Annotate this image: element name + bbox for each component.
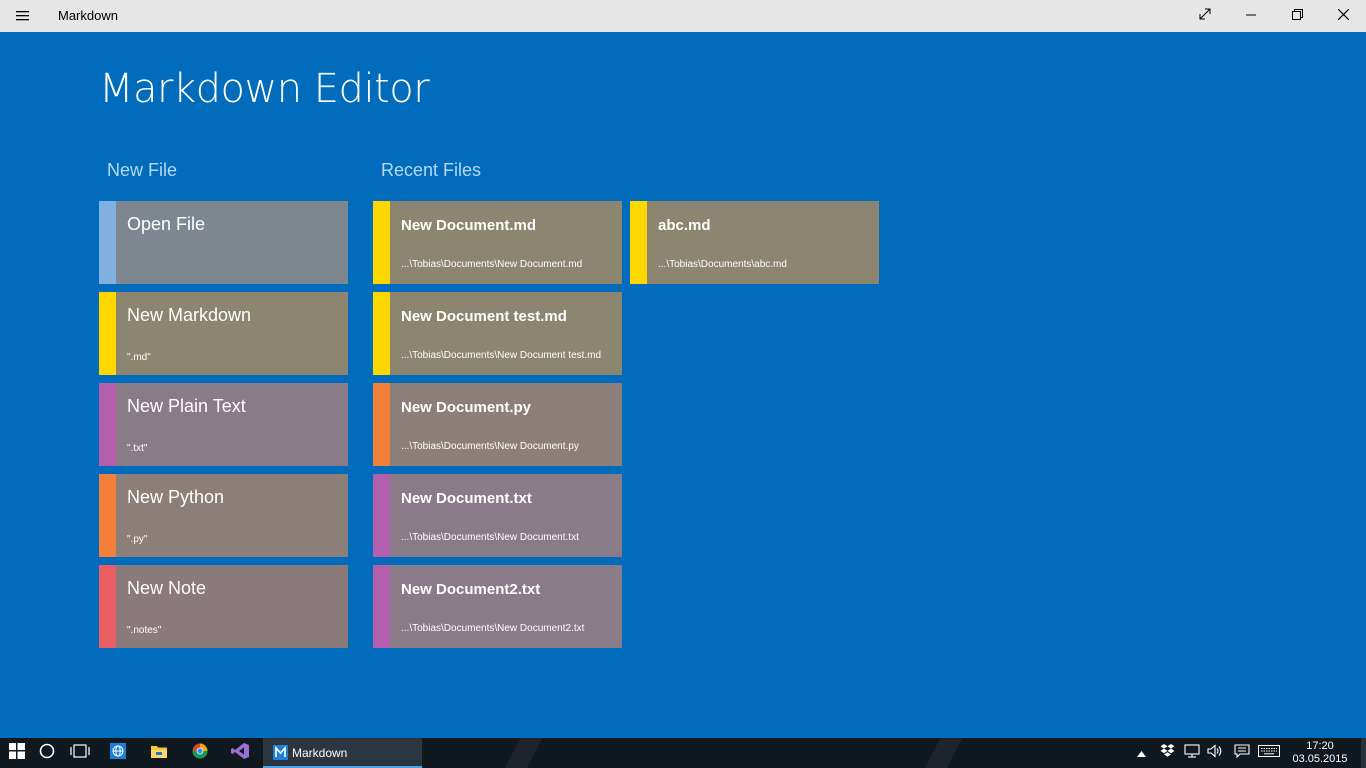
cortana-circle-icon [39, 743, 55, 764]
task-view-button[interactable] [60, 738, 100, 768]
close-button[interactable] [1320, 0, 1366, 32]
taskbar-decoration [908, 738, 974, 768]
recent-file-tile[interactable]: abc.md ...\Tobias\Documents\abc.md [630, 201, 879, 284]
tile-stripe [373, 383, 390, 466]
file-name: New Document2.txt [401, 581, 541, 598]
speaker-icon [1207, 743, 1223, 763]
file-path: ...\Tobias\Documents\New Document test.m… [401, 350, 602, 361]
show-desktop-button[interactable] [1361, 738, 1366, 768]
tile-stripe [99, 474, 116, 557]
file-path: ...\Tobias\Documents\New Document.md [401, 259, 583, 270]
show-hidden-icons-button[interactable] [1130, 738, 1152, 768]
tile-subtitle: ".txt" [127, 443, 148, 454]
tile-title: New Python [127, 487, 225, 507]
dropbox-icon [1160, 743, 1175, 763]
file-name: New Document.md [401, 217, 537, 234]
fullscreen-button[interactable] [1182, 0, 1228, 32]
tile-title: Open File [127, 214, 206, 234]
minimize-button[interactable] [1228, 0, 1274, 32]
tile-stripe [373, 201, 390, 284]
title-bar: Markdown [0, 0, 1366, 32]
volume-tray-button[interactable] [1204, 738, 1226, 768]
open-file-tile[interactable]: Open File [99, 201, 348, 284]
visual-studio-icon [231, 742, 249, 764]
taskbar-chrome[interactable] [180, 738, 220, 768]
recent-file-tile[interactable]: New Document.md ...\Tobias\Documents\New… [373, 201, 622, 284]
new-markdown-tile[interactable]: New Markdown ".md" [99, 292, 348, 375]
notification-icon [1234, 743, 1250, 763]
tile-stripe [373, 565, 390, 648]
file-name: abc.md [658, 217, 711, 234]
file-path: ...\Tobias\Documents\New Document2.txt [401, 623, 585, 634]
recent-file-tile[interactable]: New Document2.txt ...\Tobias\Documents\N… [373, 565, 622, 648]
restore-button[interactable] [1274, 0, 1320, 32]
taskbar-app-label: Markdown [292, 746, 348, 760]
chrome-icon [192, 743, 208, 764]
folder-icon [151, 744, 167, 763]
tile-stripe [373, 474, 390, 557]
taskbar-browser-app[interactable] [98, 738, 138, 768]
file-path: ...\Tobias\Documents\abc.md [658, 259, 787, 270]
close-icon [1337, 7, 1349, 25]
file-path: ...\Tobias\Documents\New Document.py [401, 441, 579, 452]
restore-icon [1291, 7, 1303, 25]
taskbar-markdown-app[interactable]: Markdown [263, 738, 422, 768]
tile-stripe [99, 292, 116, 375]
tile-stripe [99, 383, 116, 466]
tile-stripe [373, 292, 390, 375]
globe-icon [110, 742, 126, 764]
minimize-icon [1246, 7, 1256, 25]
page-title: Markdown Editor [99, 66, 430, 112]
expand-icon [1199, 7, 1211, 25]
hamburger-menu-icon[interactable] [6, 0, 40, 32]
keyboard-icon [1258, 744, 1280, 762]
taskbar-file-explorer[interactable] [139, 738, 179, 768]
file-name: New Document test.md [401, 308, 567, 325]
file-path: ...\Tobias\Documents\New Document.txt [401, 532, 579, 543]
tile-title: New Plain Text [127, 396, 246, 416]
dropbox-tray-button[interactable] [1156, 738, 1178, 768]
recent-files-heading: Recent Files [381, 160, 482, 180]
tile-stripe [99, 201, 116, 284]
file-name: New Document.txt [401, 490, 532, 507]
task-view-icon [70, 743, 90, 763]
tile-title: New Note [127, 578, 207, 598]
recent-file-tile[interactable]: New Document test.md ...\Tobias\Document… [373, 292, 622, 375]
touch-keyboard-button[interactable] [1256, 738, 1282, 768]
recent-file-tile[interactable]: New Document.txt ...\Tobias\Documents\Ne… [373, 474, 622, 557]
chevron-up-icon [1136, 744, 1146, 762]
clock-date: 03.05.2015 [1292, 753, 1348, 765]
tile-subtitle: ".md" [127, 352, 151, 363]
window-title: Markdown [58, 8, 118, 23]
new-note-tile[interactable]: New Note ".notes" [99, 565, 348, 648]
new-file-heading: New File [107, 160, 178, 180]
recent-file-tile[interactable]: New Document.py ...\Tobias\Documents\New… [373, 383, 622, 466]
new-plain-text-tile[interactable]: New Plain Text ".txt" [99, 383, 348, 466]
taskbar-decoration [488, 738, 554, 768]
tile-stripe [630, 201, 647, 284]
windows-logo-icon [9, 742, 25, 764]
taskbar-visual-studio[interactable] [220, 738, 260, 768]
network-tray-button[interactable] [1181, 738, 1203, 768]
clock-time: 17:20 [1306, 740, 1334, 752]
taskbar: Markdown 17:20 03.05.2015 [0, 738, 1366, 768]
new-python-tile[interactable]: New Python ".py" [99, 474, 348, 557]
file-name: New Document.py [401, 399, 532, 416]
markdown-app-icon [273, 745, 288, 765]
tile-subtitle: ".py" [127, 534, 148, 545]
tile-subtitle: ".notes" [127, 625, 162, 636]
action-center-button[interactable] [1231, 738, 1253, 768]
tile-title: New Markdown [127, 305, 252, 325]
tile-stripe [99, 565, 116, 648]
taskbar-clock[interactable]: 17:20 03.05.2015 [1290, 740, 1350, 766]
network-icon [1184, 743, 1200, 763]
